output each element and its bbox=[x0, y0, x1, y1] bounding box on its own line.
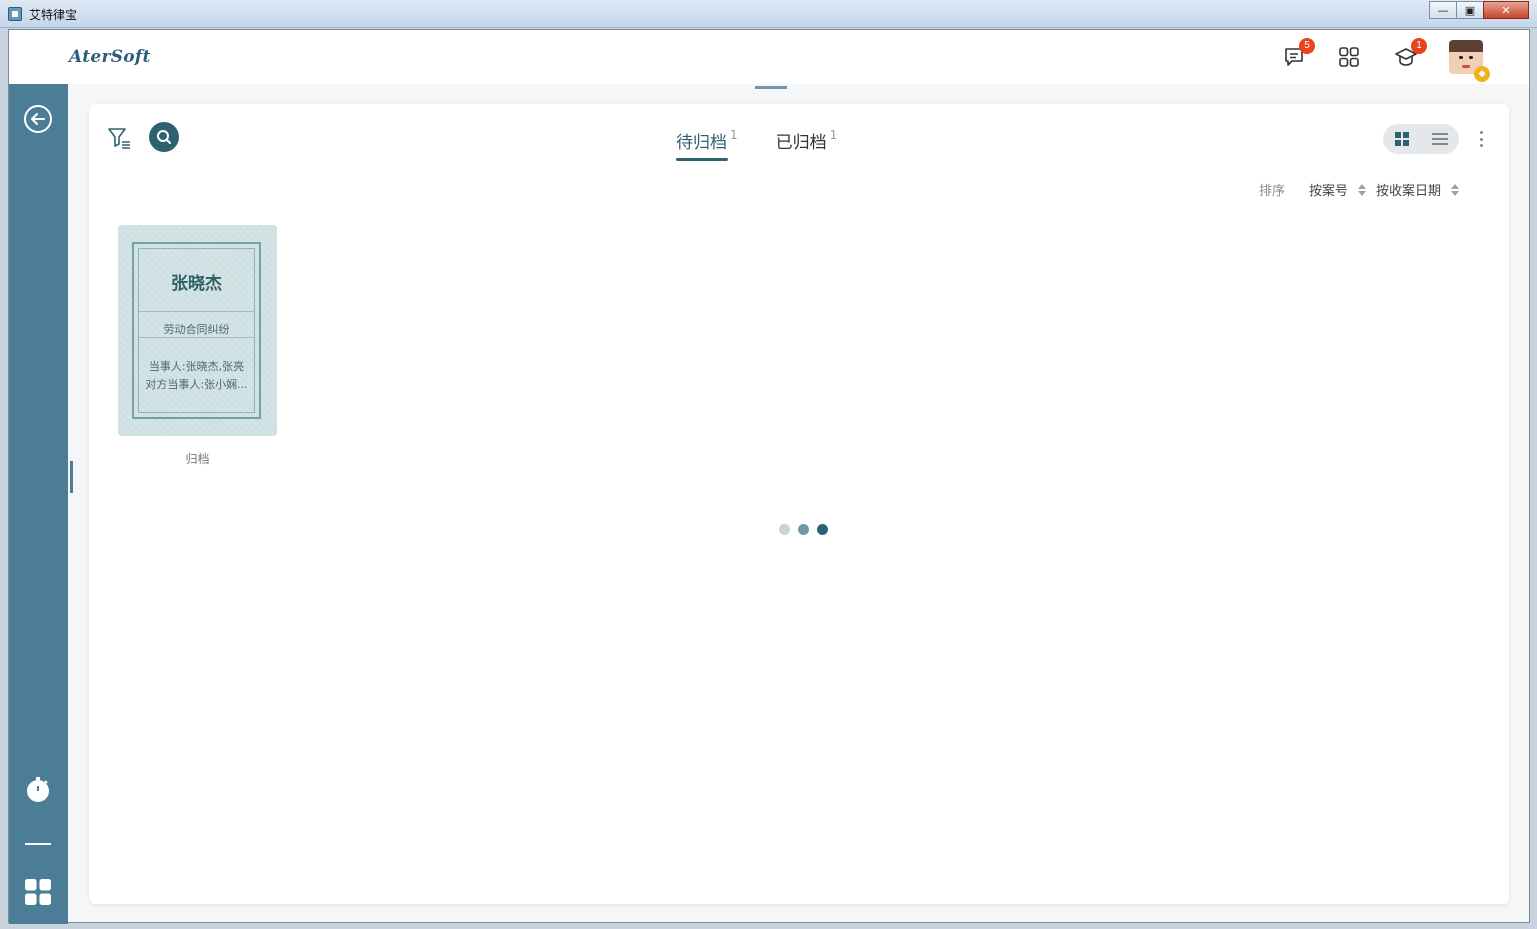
tab-count: 1 bbox=[829, 128, 838, 142]
view-toggle bbox=[1383, 124, 1459, 154]
app-icon bbox=[8, 7, 22, 21]
minimize-button[interactable]: — bbox=[1429, 1, 1457, 19]
avatar-eye bbox=[1459, 56, 1463, 59]
loading-indicator bbox=[779, 524, 836, 535]
case-type: 劳动合同纠纷 bbox=[163, 323, 230, 336]
minimize-sidebar-button[interactable] bbox=[23, 829, 53, 859]
stopwatch-icon bbox=[27, 777, 49, 802]
learning-badge: 1 bbox=[1411, 38, 1427, 54]
grid-view-button[interactable] bbox=[1383, 124, 1421, 154]
window-title: 艾特律宝 bbox=[29, 8, 78, 22]
top-pull-indicator[interactable] bbox=[755, 86, 787, 89]
tab-archived[interactable]: 已归档 1 bbox=[776, 128, 838, 159]
avatar-eye bbox=[1469, 56, 1473, 59]
back-arrow-icon bbox=[24, 105, 52, 133]
sort-arrows-icon bbox=[1358, 183, 1367, 196]
grid-view-icon bbox=[1395, 132, 1409, 146]
messages-badge: 5 bbox=[1299, 38, 1315, 54]
sort-option-label: 按收案日期 bbox=[1376, 184, 1442, 199]
archive-tabs: 待归档 1 已归档 1 bbox=[676, 128, 875, 161]
tab-count: 1 bbox=[730, 128, 738, 142]
modules-button[interactable] bbox=[23, 877, 53, 907]
more-options-button[interactable] bbox=[1473, 128, 1489, 150]
apps-grid-icon bbox=[1339, 47, 1359, 67]
case-card-frame: 张晓杰 劳动合同纠纷 当事人:张晓杰,张亮 对方当事人:张小娴... bbox=[132, 242, 261, 419]
case-client-name: 张晓杰 bbox=[171, 274, 222, 294]
sort-option-label: 按案号 bbox=[1309, 184, 1349, 199]
apps-button[interactable] bbox=[1336, 44, 1362, 70]
more-dot bbox=[1479, 137, 1483, 141]
timer-button[interactable] bbox=[23, 775, 53, 805]
window-titlebar: 艾特律宝 — ▣ ✕ bbox=[0, 0, 1537, 28]
app-header: AterSoft 5 1 ◆ bbox=[9, 30, 1529, 84]
dash-icon bbox=[25, 843, 51, 845]
sidebar bbox=[9, 84, 68, 924]
search-button[interactable] bbox=[149, 122, 179, 152]
window-controls: — ▣ ✕ bbox=[1429, 1, 1529, 19]
tab-label: 已归档 bbox=[775, 133, 827, 153]
sort-by-intake-date[interactable]: 按收案日期 bbox=[1376, 180, 1460, 199]
maximize-button[interactable]: ▣ bbox=[1456, 1, 1484, 19]
filter-icon bbox=[108, 128, 130, 149]
tab-pending-archive[interactable]: 待归档 1 bbox=[676, 128, 738, 161]
more-dot bbox=[1479, 144, 1483, 147]
vip-diamond-icon: ◆ bbox=[1474, 66, 1490, 82]
sort-arrows-icon bbox=[1451, 183, 1460, 196]
more-dot bbox=[1479, 131, 1483, 134]
loader-dot bbox=[779, 524, 790, 535]
case-card-inner: 张晓杰 劳动合同纠纷 当事人:张晓杰,张亮 对方当事人:张小娴... bbox=[138, 248, 255, 413]
archive-action-link[interactable]: 归档 bbox=[118, 450, 277, 467]
case-party: 当事人:张晓杰,张亮 bbox=[148, 360, 245, 373]
close-button[interactable]: ✕ bbox=[1483, 1, 1529, 19]
back-button[interactable] bbox=[23, 104, 53, 134]
sort-by-case-number[interactable]: 按案号 bbox=[1309, 180, 1367, 199]
grid-icon bbox=[25, 879, 51, 905]
case-parties: 当事人:张晓杰,张亮 对方当事人:张小娴... bbox=[139, 358, 254, 394]
sidebar-collapse-handle[interactable] bbox=[70, 461, 73, 493]
loader-dot bbox=[817, 524, 828, 535]
filter-button[interactable] bbox=[107, 126, 133, 152]
search-icon bbox=[157, 130, 171, 144]
list-view-button[interactable] bbox=[1421, 124, 1459, 154]
tab-label: 待归档 bbox=[676, 133, 727, 153]
divider bbox=[139, 311, 254, 312]
case-card[interactable]: 张晓杰 劳动合同纠纷 当事人:张晓杰,张亮 对方当事人:张小娴... bbox=[118, 225, 277, 436]
main-panel: 待归档 1 已归档 1 排序 按案号 按收案日期 张晓杰 劳动合同纠纷 当事人:… bbox=[89, 104, 1509, 904]
app-window: AterSoft 5 1 ◆ 待归档 1 已归档 1 排序 按案号 按收案日期 … bbox=[8, 29, 1530, 924]
learning-button[interactable]: 1 bbox=[1393, 38, 1427, 70]
sort-bar: 排序 按案号 按收案日期 bbox=[1259, 180, 1469, 199]
list-view-icon bbox=[1432, 133, 1448, 145]
avatar-mouth bbox=[1462, 65, 1470, 68]
divider bbox=[139, 337, 254, 338]
loader-dot bbox=[798, 524, 809, 535]
sort-label: 排序 bbox=[1259, 184, 1286, 199]
messages-button[interactable]: 5 bbox=[1281, 38, 1315, 70]
logo: AterSoft bbox=[69, 47, 151, 67]
case-opposing-party: 对方当事人:张小娴... bbox=[145, 378, 248, 391]
